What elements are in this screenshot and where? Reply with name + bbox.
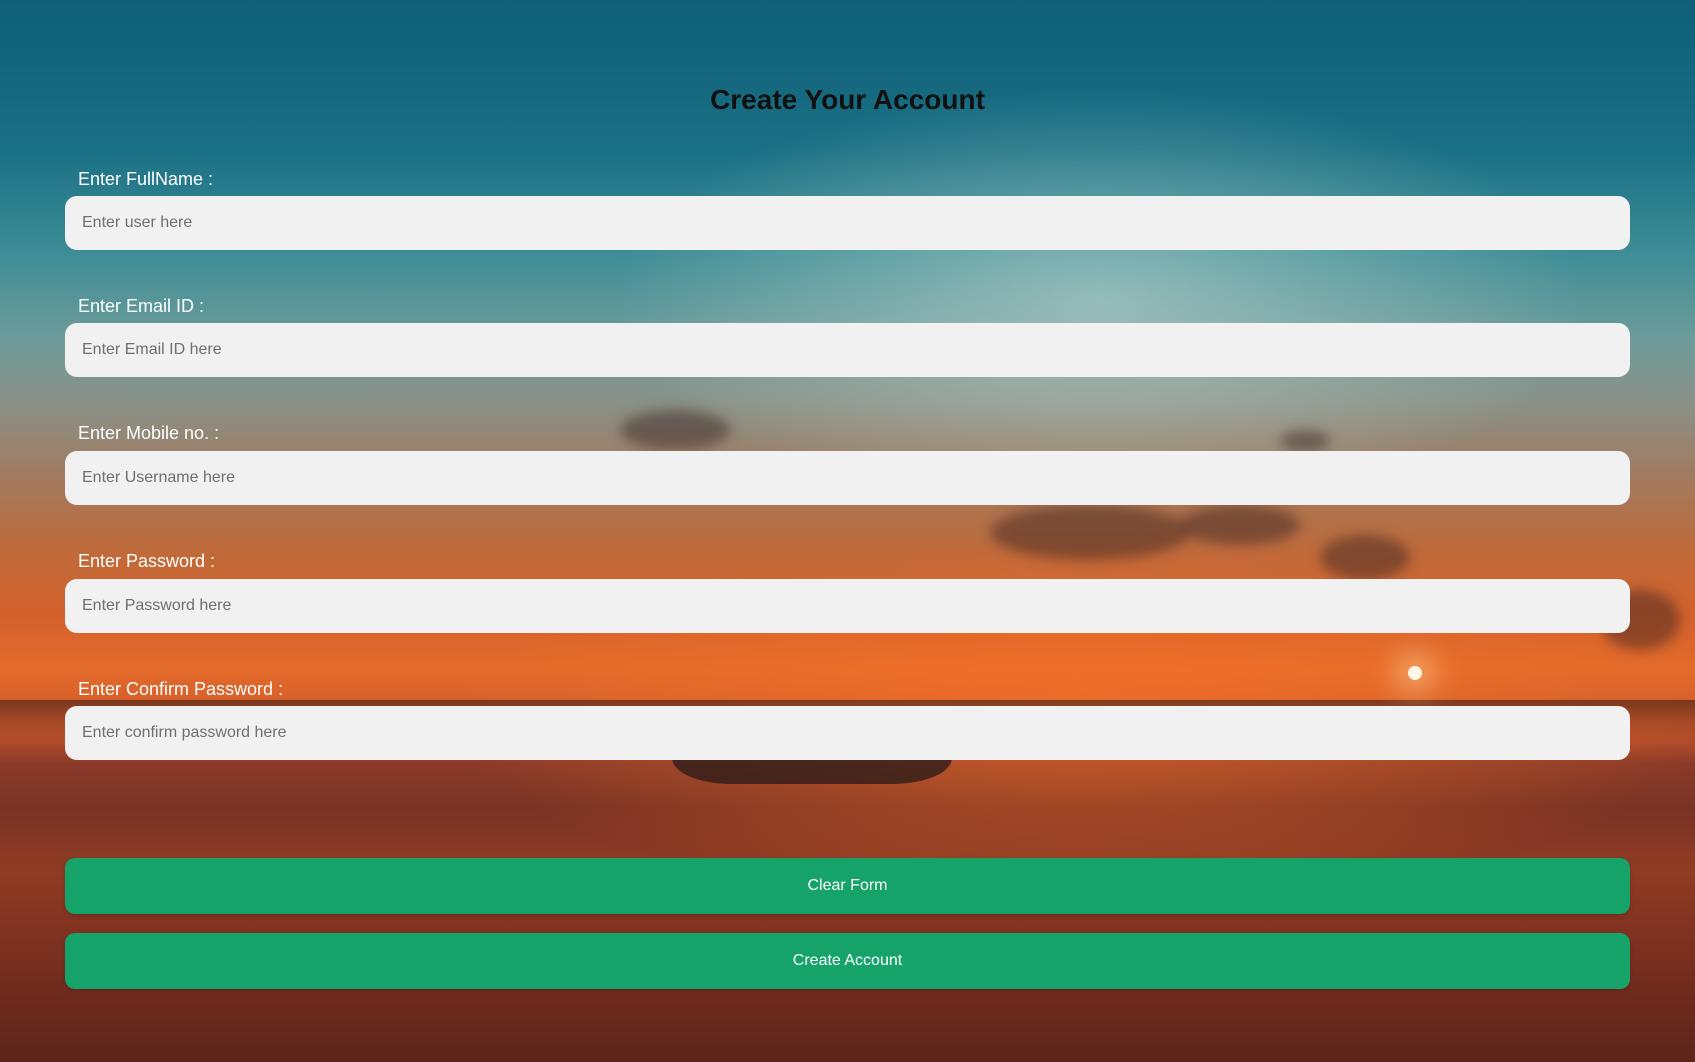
password-label: Enter Password : xyxy=(78,551,216,571)
cloud-shape xyxy=(1180,505,1300,545)
cloud-shape xyxy=(1280,430,1330,452)
page-title: Create Your Account xyxy=(710,84,985,115)
fullname-input[interactable] xyxy=(65,196,1630,250)
password-input[interactable] xyxy=(65,579,1630,633)
sun-shape xyxy=(1408,666,1422,680)
cloud-shape xyxy=(1320,535,1410,580)
confirm-password-label: Enter Confirm Password : xyxy=(78,679,284,699)
clear-form-button[interactable]: Clear Form xyxy=(65,858,1630,914)
fullname-label: Enter FullName : xyxy=(78,169,214,189)
cloud-shape xyxy=(620,410,730,450)
boat-silhouette xyxy=(672,758,952,784)
confirm-password-input[interactable] xyxy=(65,706,1630,760)
cloud-shape xyxy=(990,505,1190,560)
email-input[interactable] xyxy=(65,323,1630,377)
mobile-label: Enter Mobile no. : xyxy=(78,423,220,443)
create-account-button[interactable]: Create Account xyxy=(65,933,1630,989)
email-label: Enter Email ID : xyxy=(78,296,205,316)
mobile-input[interactable] xyxy=(65,451,1630,505)
